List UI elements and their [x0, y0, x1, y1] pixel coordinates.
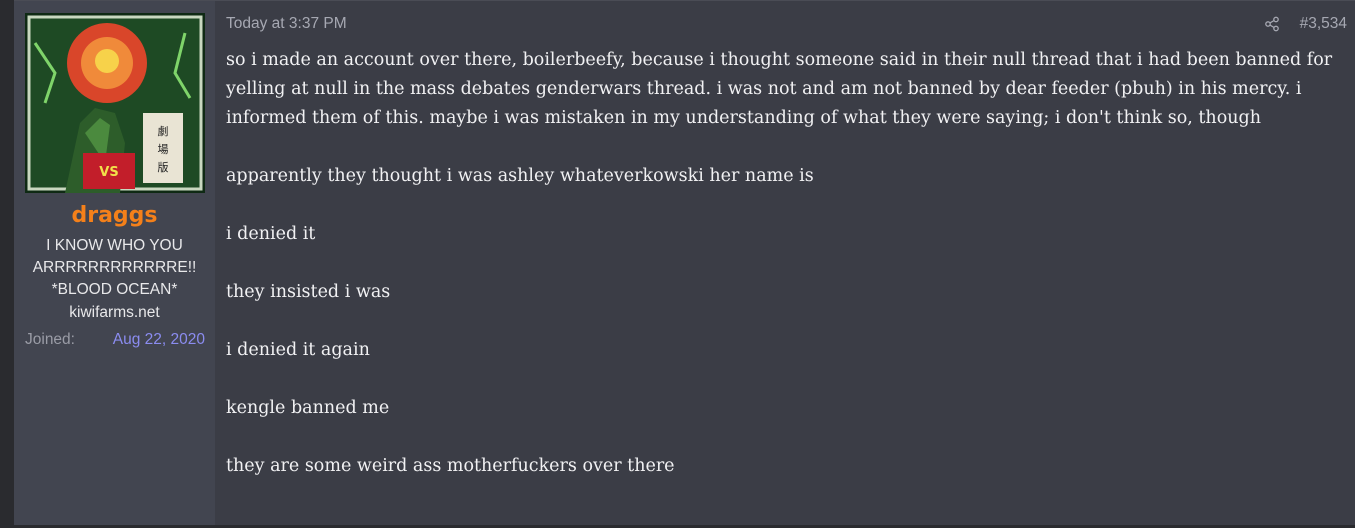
message-paragraph: i denied it again	[226, 340, 370, 360]
user-title: I KNOW WHO YOU ARRRRRRRRRRRRE!! *BLOOD O…	[14, 235, 215, 301]
post-container: 劇 場 版 VS draggs I KNOW WHO YOU ARRRRRRRR…	[14, 0, 1355, 525]
avatar[interactable]: 劇 場 版 VS	[25, 13, 205, 193]
user-site: kiwifarms.net	[69, 304, 160, 321]
joined-row: Joined: Aug 22, 2020	[25, 331, 205, 349]
user-info-panel: 劇 場 版 VS draggs I KNOW WHO YOU ARRRRRRRR…	[14, 1, 215, 525]
message-paragraph: apparently they thought i was ashley wha…	[226, 166, 814, 186]
message-cell: Today at 3:37 PM #3,534 so i made an acc…	[215, 1, 1355, 525]
share-icon[interactable]	[1264, 16, 1280, 32]
joined-date: Aug 22, 2020	[112, 331, 205, 348]
svg-text:版: 版	[158, 160, 169, 174]
svg-text:VS: VS	[99, 165, 118, 180]
joined-label: Joined:	[25, 331, 75, 348]
message-paragraph: i denied it	[226, 224, 316, 244]
username[interactable]: draggs	[14, 203, 215, 228]
message-paragraph: so i made an account over there, boilerb…	[226, 50, 1333, 128]
message-paragraph: they are some weird ass motherfuckers ov…	[226, 456, 675, 476]
svg-text:場: 場	[158, 143, 169, 156]
message-paragraph: they insisted i was	[226, 282, 391, 302]
post-timestamp[interactable]: Today at 3:37 PM	[226, 15, 347, 33]
message-body: so i made an account over there, boilerb…	[226, 46, 1341, 510]
message-paragraph: kengle banned me	[226, 398, 390, 418]
svg-text:劇: 劇	[158, 124, 169, 138]
user-title-line: *BLOOD OCEAN*	[51, 281, 178, 298]
post-number-link[interactable]: #3,534	[1300, 15, 1347, 33]
user-title-line: ARRRRRRRRRRRRE!!	[32, 259, 197, 276]
avatar-image: 劇 場 版 VS	[25, 13, 205, 193]
user-title-line: I KNOW WHO YOU	[46, 237, 183, 254]
